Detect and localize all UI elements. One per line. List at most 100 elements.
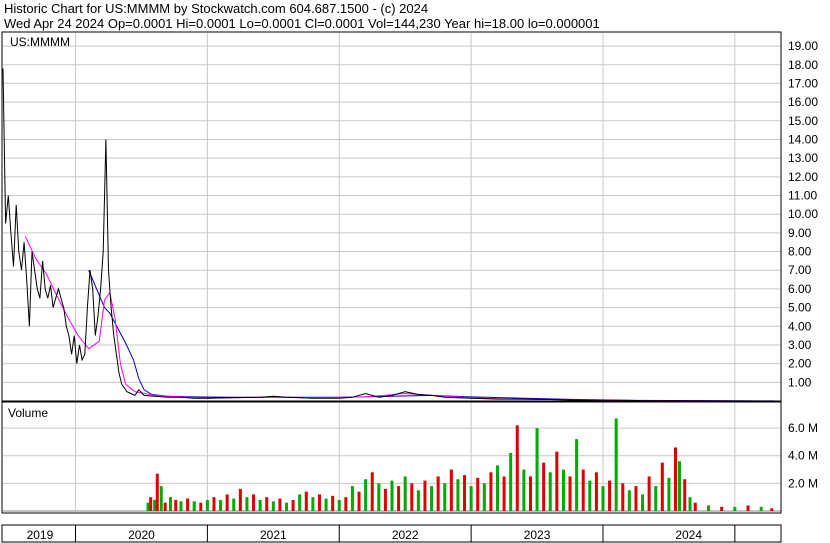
price-tick-label: 17.00 — [788, 76, 818, 90]
volume-bar — [212, 497, 216, 511]
volume-bar — [677, 461, 681, 511]
volume-bar — [706, 505, 710, 511]
volume-bar — [568, 476, 572, 511]
volume-bar — [416, 490, 420, 511]
volume-bar — [581, 469, 585, 511]
volume-bar — [601, 486, 605, 511]
volume-bar — [634, 486, 638, 511]
volume-bar — [476, 477, 480, 511]
volume-bar — [759, 506, 763, 511]
price-tick-label: 8.00 — [788, 245, 812, 259]
volume-bar — [168, 497, 172, 511]
price-tick-label: 13.00 — [788, 151, 818, 165]
volume-bar — [430, 486, 434, 511]
volume-label: Volume — [8, 406, 48, 420]
volume-bar — [594, 472, 598, 511]
volume-bar — [542, 462, 546, 511]
volume-bar — [278, 498, 282, 511]
volume-bar — [155, 473, 159, 511]
volume-bar — [331, 495, 335, 511]
volume-bar — [515, 425, 519, 511]
price-tick-label: 3.00 — [788, 338, 812, 352]
ma-long-line — [88, 270, 775, 402]
volume-grid — [3, 427, 781, 484]
price-tick-label: 10.00 — [788, 207, 818, 221]
volume-bar — [509, 452, 513, 511]
volume-bar — [291, 499, 295, 511]
price-tick-label: 11.00 — [788, 189, 817, 203]
price-tick-label: 12.00 — [788, 170, 818, 184]
volume-bar — [683, 479, 687, 511]
volume-tick-labels: 6.0 M 4.0 M 2.0 M — [788, 421, 818, 490]
year-labels: 2019 2020 2021 2022 2023 2024 — [27, 528, 703, 542]
volume-bar — [770, 508, 774, 511]
volume-bar — [482, 483, 486, 511]
volume-bar — [199, 502, 203, 511]
price-tick-label: 6.00 — [788, 282, 812, 296]
volume-bar — [153, 499, 157, 511]
volume-bar — [688, 497, 692, 511]
volume-bar — [370, 472, 374, 511]
volume-bar — [311, 497, 315, 511]
volume-bar — [304, 491, 308, 511]
volume-bar — [548, 472, 552, 511]
volume-bar — [443, 483, 447, 511]
price-tick-labels: 19.00 18.00 17.00 16.00 15.00 14.00 13.00 12.00… — [788, 39, 818, 389]
volume-bar — [561, 469, 565, 511]
volume-bar — [733, 506, 737, 511]
volume-bar — [163, 502, 167, 511]
volume-bar — [390, 480, 394, 511]
price-lines — [2, 68, 775, 402]
price-tick-label: 7.00 — [788, 263, 812, 277]
volume-bar — [535, 428, 539, 511]
volume-bar — [614, 418, 618, 511]
volume-bar — [588, 480, 592, 511]
volume-bar — [285, 502, 289, 511]
volume-bar — [463, 475, 467, 511]
volume-bar — [179, 501, 183, 511]
volume-bar — [654, 486, 658, 511]
volume-bar — [641, 494, 645, 511]
volume-bar — [608, 480, 612, 511]
volume-bar — [252, 494, 256, 511]
volume-bar — [225, 494, 229, 511]
price-tick-label: 19.00 — [788, 39, 818, 53]
symbol-label: US:MMMM — [10, 35, 70, 49]
volume-bar — [423, 480, 427, 511]
volume-bar — [449, 469, 453, 511]
volume-bar — [469, 486, 473, 511]
volume-bar — [660, 462, 664, 511]
volume-bar — [238, 488, 242, 511]
volume-bar — [265, 497, 269, 511]
volume-bar — [397, 486, 401, 511]
volume-tick-label: 4.0 M — [788, 449, 818, 463]
volume-bar — [205, 499, 209, 511]
price-panel-frame — [1, 31, 782, 402]
volume-bar — [522, 469, 526, 511]
volume-bar — [667, 477, 671, 511]
volume-bar — [720, 506, 724, 511]
year-label: 2024 — [675, 528, 702, 542]
volume-bar — [502, 476, 506, 511]
year-label: 2021 — [260, 528, 287, 542]
historic-chart: US:MMMM Volume 19.00 18.00 17.00 16.00 15.00… — [1, 31, 818, 543]
volume-bar — [746, 505, 750, 511]
volume-bar — [575, 439, 579, 511]
volume-bar — [146, 502, 150, 511]
price-tick-label: 14.00 — [788, 132, 818, 146]
volume-bar — [271, 501, 275, 511]
volume-bar — [337, 499, 341, 511]
volume-bar — [298, 494, 302, 511]
volume-bar — [186, 498, 190, 511]
volume-bar — [410, 483, 414, 511]
price-tick-label: 2.00 — [788, 357, 812, 371]
volume-bar — [456, 479, 460, 511]
volume-bar — [192, 501, 196, 511]
volume-tick-label: 6.0 M — [788, 421, 818, 435]
year-label: 2022 — [392, 528, 419, 542]
volume-bar — [627, 490, 631, 511]
volume-bar — [436, 476, 440, 511]
volume-bar — [693, 502, 697, 511]
volume-bar — [149, 497, 153, 511]
volume-bar — [174, 499, 178, 511]
